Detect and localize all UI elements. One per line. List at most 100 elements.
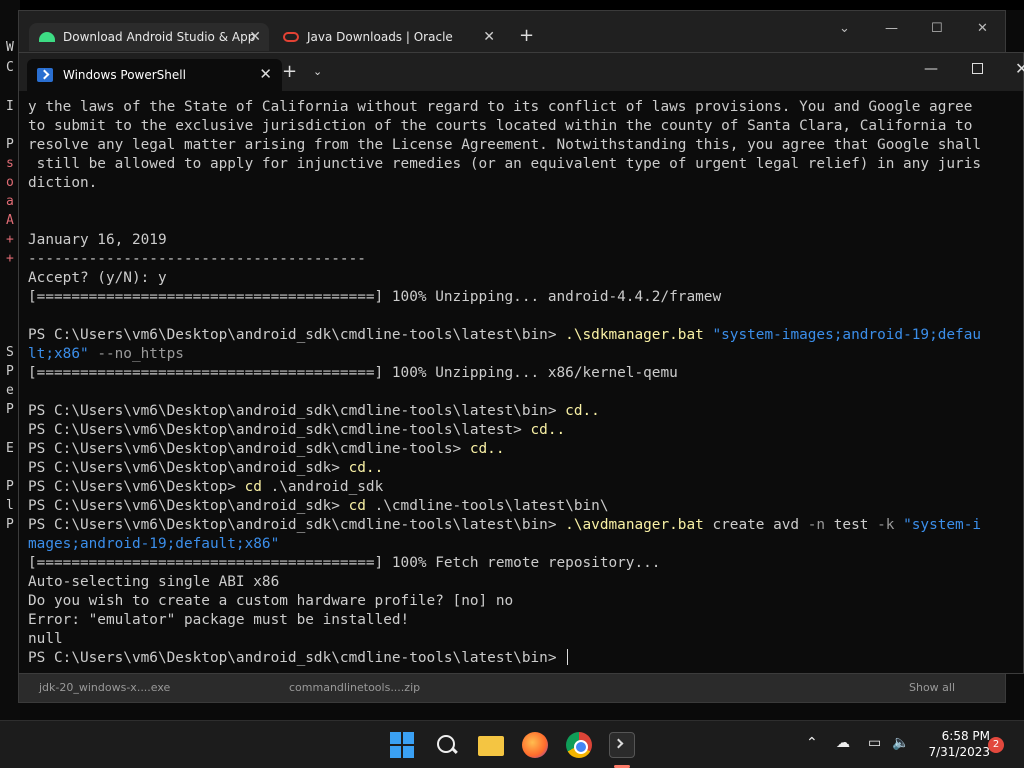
terminal-line: y the laws of the State of California wi…	[28, 98, 1023, 117]
chevron-up-icon[interactable]: ⌃	[806, 735, 818, 751]
maximize-icon[interactable]	[972, 63, 983, 74]
close-icon[interactable]: ✕	[249, 29, 261, 45]
background-text-char: e	[6, 383, 14, 398]
terminal-text: lt;x86"	[28, 346, 89, 362]
terminal-line: [=======================================…	[28, 364, 1023, 383]
terminal-text: Error: "emulator" package must be instal…	[28, 612, 410, 628]
background-window-edge: W C I Ps o a A + + S Pe P E Pl P	[0, 0, 20, 720]
oracle-icon	[283, 32, 299, 42]
terminal-tab-powershell[interactable]: Windows PowerShell ✕	[27, 59, 282, 91]
windows-start-icon[interactable]	[390, 732, 416, 758]
terminal-text: cd..	[565, 403, 600, 419]
close-icon[interactable]: ✕	[977, 21, 988, 36]
browser-tab-android-studio[interactable]: Download Android Studio & App ✕	[29, 23, 269, 51]
notification-badge[interactable]: 2	[988, 737, 1004, 753]
terminal-text: PS C:\Users\vm6\Desktop\android_sdk\cmdl…	[28, 327, 566, 343]
clock[interactable]: 6:58 PM 7/31/2023	[918, 728, 990, 760]
terminal-line: lt;x86" --no_https	[28, 345, 1023, 364]
chrome-icon[interactable]	[566, 732, 592, 758]
background-text-char: P	[6, 137, 14, 152]
download-item[interactable]: jdk-20_windows-x....exe	[39, 681, 170, 694]
network-icon[interactable]: ▭	[868, 735, 881, 751]
android-icon	[39, 32, 55, 42]
chevron-down-icon[interactable]: ⌄	[313, 65, 322, 78]
terminal-text: cd..	[469, 441, 505, 457]
search-icon[interactable]	[434, 732, 460, 758]
background-text-char: A	[6, 213, 14, 228]
terminal-text: -k	[877, 517, 895, 533]
terminal-text: PS C:\Users\vm6\Desktop>	[28, 479, 245, 495]
cloud-off-icon[interactable]: ☁	[836, 735, 850, 751]
clock-date: 7/31/2023	[928, 745, 990, 759]
terminal-line: PS C:\Users\vm6\Desktop\android_sdk> cd.…	[28, 459, 1023, 478]
terminal-text: null	[28, 631, 63, 647]
minimize-icon[interactable]: —	[885, 21, 898, 36]
background-text-char: P	[6, 364, 14, 379]
terminal-output[interactable]: y the laws of the State of California wi…	[28, 98, 1023, 673]
download-item[interactable]: commandlinetools....zip	[289, 681, 420, 694]
terminal-text: PS C:\Users\vm6\Desktop\android_sdk\cmdl…	[28, 650, 566, 666]
firefox-icon[interactable]	[522, 732, 548, 758]
terminal-line: ---------------------------------------	[28, 250, 1023, 269]
browser-tab-label: Java Downloads | Oracle	[307, 30, 453, 44]
background-text-char: S	[6, 345, 14, 360]
terminal-text: cd	[348, 498, 366, 514]
minimize-icon[interactable]: —	[924, 61, 938, 77]
chevron-down-icon[interactable]: ⌄	[839, 21, 850, 36]
close-icon[interactable]: ✕	[483, 29, 495, 45]
terminal-text: Accept? (y/N): y	[28, 270, 167, 286]
close-icon[interactable]: ✕	[1015, 59, 1024, 78]
terminal-line: still be allowed to apply for injunctive…	[28, 155, 1023, 174]
terminal-text: cd..	[348, 460, 384, 476]
maximize-icon[interactable]: ☐	[931, 21, 943, 36]
terminal-line: Accept? (y/N): y	[28, 269, 1023, 288]
terminal-line: Do you wish to create a custom hardware …	[28, 592, 1023, 611]
terminal-line: PS C:\Users\vm6\Desktop\android_sdk\cmdl…	[28, 402, 1023, 421]
terminal-text: [=======================================…	[28, 365, 678, 381]
terminal-line: mages;android-19;default;x86"	[28, 535, 1023, 554]
background-text-char: C	[6, 60, 14, 75]
terminal-text: "system-i	[903, 517, 982, 533]
background-text-char: P	[6, 402, 14, 417]
file-explorer-icon[interactable]	[478, 736, 504, 756]
terminal-text: still be allowed to apply for injunctive…	[28, 156, 982, 172]
new-terminal-tab-button[interactable]: +	[282, 61, 297, 82]
terminal-text: .\sdkmanager.bat	[565, 327, 704, 343]
browser-tab-oracle[interactable]: Java Downloads | Oracle ✕	[273, 23, 503, 51]
terminal-line: January 16, 2019	[28, 231, 1023, 250]
terminal-text: PS C:\Users\vm6\Desktop\android_sdk\cmdl…	[28, 422, 531, 438]
terminal-text: .\avdmanager.bat	[565, 517, 704, 533]
background-text-char: l	[6, 498, 14, 513]
show-all-downloads-link[interactable]: Show all	[909, 681, 955, 694]
terminal-text: PS C:\Users\vm6\Desktop\android_sdk\cmdl…	[28, 441, 470, 457]
terminal-titlebar: Windows PowerShell ✕ + ⌄ — ✕	[19, 53, 1024, 91]
browser-tab-label: Download Android Studio & App	[63, 30, 256, 44]
terminal-text: .\android_sdk	[261, 479, 384, 495]
terminal-text: January 16, 2019	[28, 232, 167, 248]
terminal-text: y the laws of the State of California wi…	[28, 99, 973, 115]
close-icon[interactable]: ✕	[259, 65, 272, 83]
terminal-text: mages;android-19;default;x86"	[28, 536, 280, 552]
background-text-char: +	[6, 251, 14, 266]
terminal-line: resolve any legal matter arising from th…	[28, 136, 1023, 155]
terminal-tab-label: Windows PowerShell	[63, 68, 186, 82]
terminal-line: PS C:\Users\vm6\Desktop\android_sdk\cmdl…	[28, 326, 1023, 345]
taskbar: ⌃ ☁ ▭ 🔈 6:58 PM 7/31/2023 2	[0, 720, 1024, 768]
terminal-line: null	[28, 630, 1023, 649]
terminal-text: Auto-selecting single ABI x86	[28, 574, 280, 590]
terminal-text: cd	[244, 479, 262, 495]
terminal-icon[interactable]	[609, 732, 635, 758]
terminal-line: Auto-selecting single ABI x86	[28, 573, 1023, 592]
volume-icon[interactable]: 🔈	[892, 735, 909, 751]
new-tab-button[interactable]: +	[519, 25, 534, 46]
background-text-char: +	[6, 232, 14, 247]
powershell-window: Windows PowerShell ✕ + ⌄ — ✕ y the laws …	[18, 52, 1024, 674]
terminal-text: [=======================================…	[28, 555, 661, 571]
terminal-text: to submit to the exclusive jurisdiction …	[28, 118, 973, 134]
terminal-text: [=======================================…	[28, 289, 722, 305]
terminal-text: cd..	[530, 422, 566, 438]
